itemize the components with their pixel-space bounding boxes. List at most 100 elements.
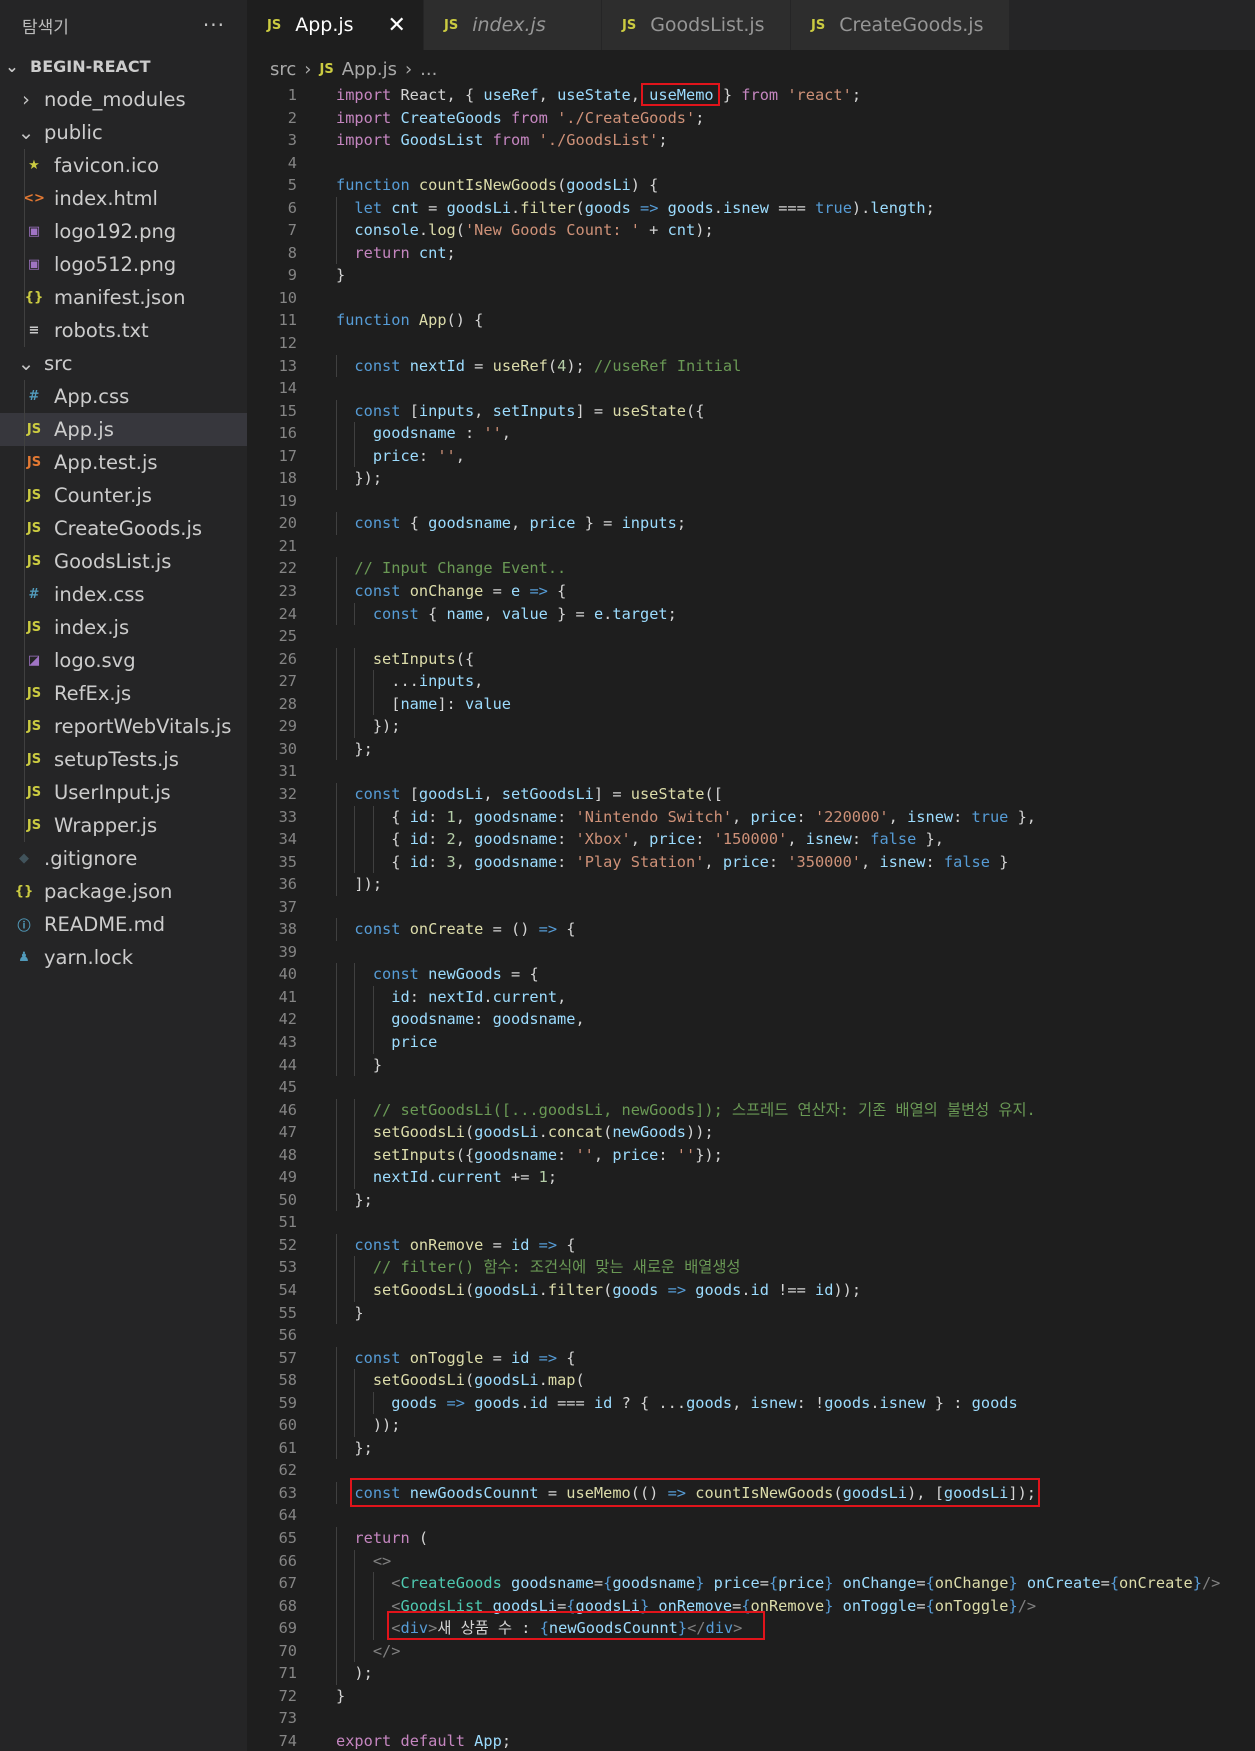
line-number: 58: [278, 1371, 297, 1390]
explorer-title: 탐색기: [22, 17, 69, 38]
code-token: }: [372, 1055, 383, 1074]
tree-item[interactable]: ▣ logo192.png: [0, 215, 247, 248]
code-token: ).: [851, 198, 871, 217]
tree-item[interactable]: JS Counter.js: [0, 479, 247, 512]
line-number: 39: [278, 942, 297, 961]
code-text: export default App;: [336, 1730, 511, 1751]
breadcrumb-more[interactable]: ...: [420, 59, 437, 80]
code-token: };: [354, 739, 373, 758]
js-icon: JS: [26, 554, 42, 569]
code-token: =: [916, 1596, 926, 1615]
tree-item[interactable]: JS UserInput.js: [0, 776, 247, 809]
code-token: {: [336, 852, 410, 871]
code-line: 53 // filter() 함수: 조건식에 맞는 새로운 배열생성: [247, 1256, 1255, 1279]
more-actions-icon[interactable]: ···: [203, 13, 225, 37]
code-token: goodsname: [391, 1010, 475, 1029]
tree-item[interactable]: JS index.js: [0, 611, 247, 644]
tree-item[interactable]: ♟ yarn.lock: [0, 941, 247, 974]
code-token: {: [336, 807, 410, 826]
line-number: 7: [287, 221, 297, 240]
code-token: App: [418, 311, 447, 330]
code-line: 23 const onChange = e => {: [247, 580, 1255, 603]
code-token: =: [759, 1574, 769, 1593]
tree-item[interactable]: # App.css: [0, 380, 247, 413]
tree-item[interactable]: ▣ logo512.png: [0, 248, 247, 281]
tree-item[interactable]: ★ favicon.ico: [0, 149, 247, 182]
code-token: cnt: [418, 243, 447, 262]
line-number: 3: [287, 131, 297, 150]
tree-item[interactable]: JS setupTests.js: [0, 743, 247, 776]
code-token: ]);: [354, 875, 383, 894]
code-token: useState: [630, 784, 705, 803]
code-token: cnt: [391, 198, 419, 217]
js-file-icon: JS: [622, 17, 637, 33]
code-token: price: [649, 830, 696, 849]
code-line: 22 // Input Change Event..: [247, 557, 1255, 581]
code-token: concat: [547, 1123, 604, 1142]
editor-tab[interactable]: JS index.js: [424, 0, 602, 50]
project-folder[interactable]: ⌄ BEGIN-REACT: [0, 50, 247, 83]
code-token: );: [566, 356, 594, 375]
close-icon[interactable]: ✕: [388, 13, 406, 38]
editor-tab[interactable]: JS App.js ✕: [247, 0, 424, 50]
line-number: 47: [278, 1123, 297, 1142]
tree-item[interactable]: JS reportWebVitals.js: [0, 710, 247, 743]
line-number: 33: [278, 807, 297, 826]
code-line: 9}: [247, 264, 1255, 287]
tree-item[interactable]: JS CreateGoods.js: [0, 512, 247, 545]
tree-item[interactable]: {} package.json: [0, 875, 247, 908]
tree-item[interactable]: JS Wrapper.js: [0, 809, 247, 842]
editor-tab[interactable]: JS GoodsList.js: [602, 0, 791, 50]
code-text: ]);: [336, 873, 382, 896]
tree-item[interactable]: ◪ logo.svg: [0, 644, 247, 677]
code-token: = (): [483, 920, 539, 939]
tree-item[interactable]: ⓘ README.md: [0, 908, 247, 941]
code-token: ));: [686, 1123, 714, 1142]
breadcrumb-file[interactable]: App.js: [342, 59, 397, 80]
editor-tab[interactable]: JS CreateGoods.js: [791, 0, 1010, 50]
tree-item[interactable]: JS GoodsList.js: [0, 545, 247, 578]
code-line: 52 const onRemove = id => {: [247, 1233, 1255, 1257]
code-token: '': [483, 424, 502, 443]
tree-item[interactable]: ⌄ src: [0, 347, 247, 380]
indent-guide: [24, 380, 25, 842]
line-number: 48: [278, 1145, 297, 1164]
code-token: !==: [768, 1280, 816, 1299]
code-text: const onCreate = () => {: [336, 918, 575, 941]
tree-item[interactable]: ◆ .gitignore: [0, 842, 247, 875]
tree-item[interactable]: # index.css: [0, 578, 247, 611]
tree-item-label: App.test.js: [54, 451, 158, 474]
code-line: 20 const { goodsname, price } = inputs;: [247, 512, 1255, 535]
line-number: 24: [278, 604, 297, 623]
code-line: 17 price: '',: [247, 444, 1255, 468]
code-token: ;: [667, 604, 677, 623]
indent-guide: [24, 149, 25, 347]
tree-item[interactable]: ⌄ public: [0, 116, 247, 149]
breadcrumb-folder[interactable]: src: [270, 59, 296, 80]
tree-item[interactable]: JS RefEx.js: [0, 677, 247, 710]
code-token: =: [418, 198, 447, 217]
tree-item[interactable]: ≡ robots.txt: [0, 314, 247, 347]
tree-item[interactable]: JS App.js: [0, 413, 247, 446]
tree-item[interactable]: {} manifest.json: [0, 281, 247, 314]
tree-item[interactable]: <> index.html: [0, 182, 247, 215]
code-token: from: [511, 108, 548, 127]
tab-label: CreateGoods.js: [839, 14, 984, 36]
code-token: } =: [547, 604, 594, 623]
tree-item[interactable]: JS App.test.js: [0, 446, 247, 479]
code-line: 27 ...inputs,: [247, 670, 1255, 693]
tree-item[interactable]: › node_modules: [0, 83, 247, 116]
code-token: } =: [575, 514, 622, 533]
